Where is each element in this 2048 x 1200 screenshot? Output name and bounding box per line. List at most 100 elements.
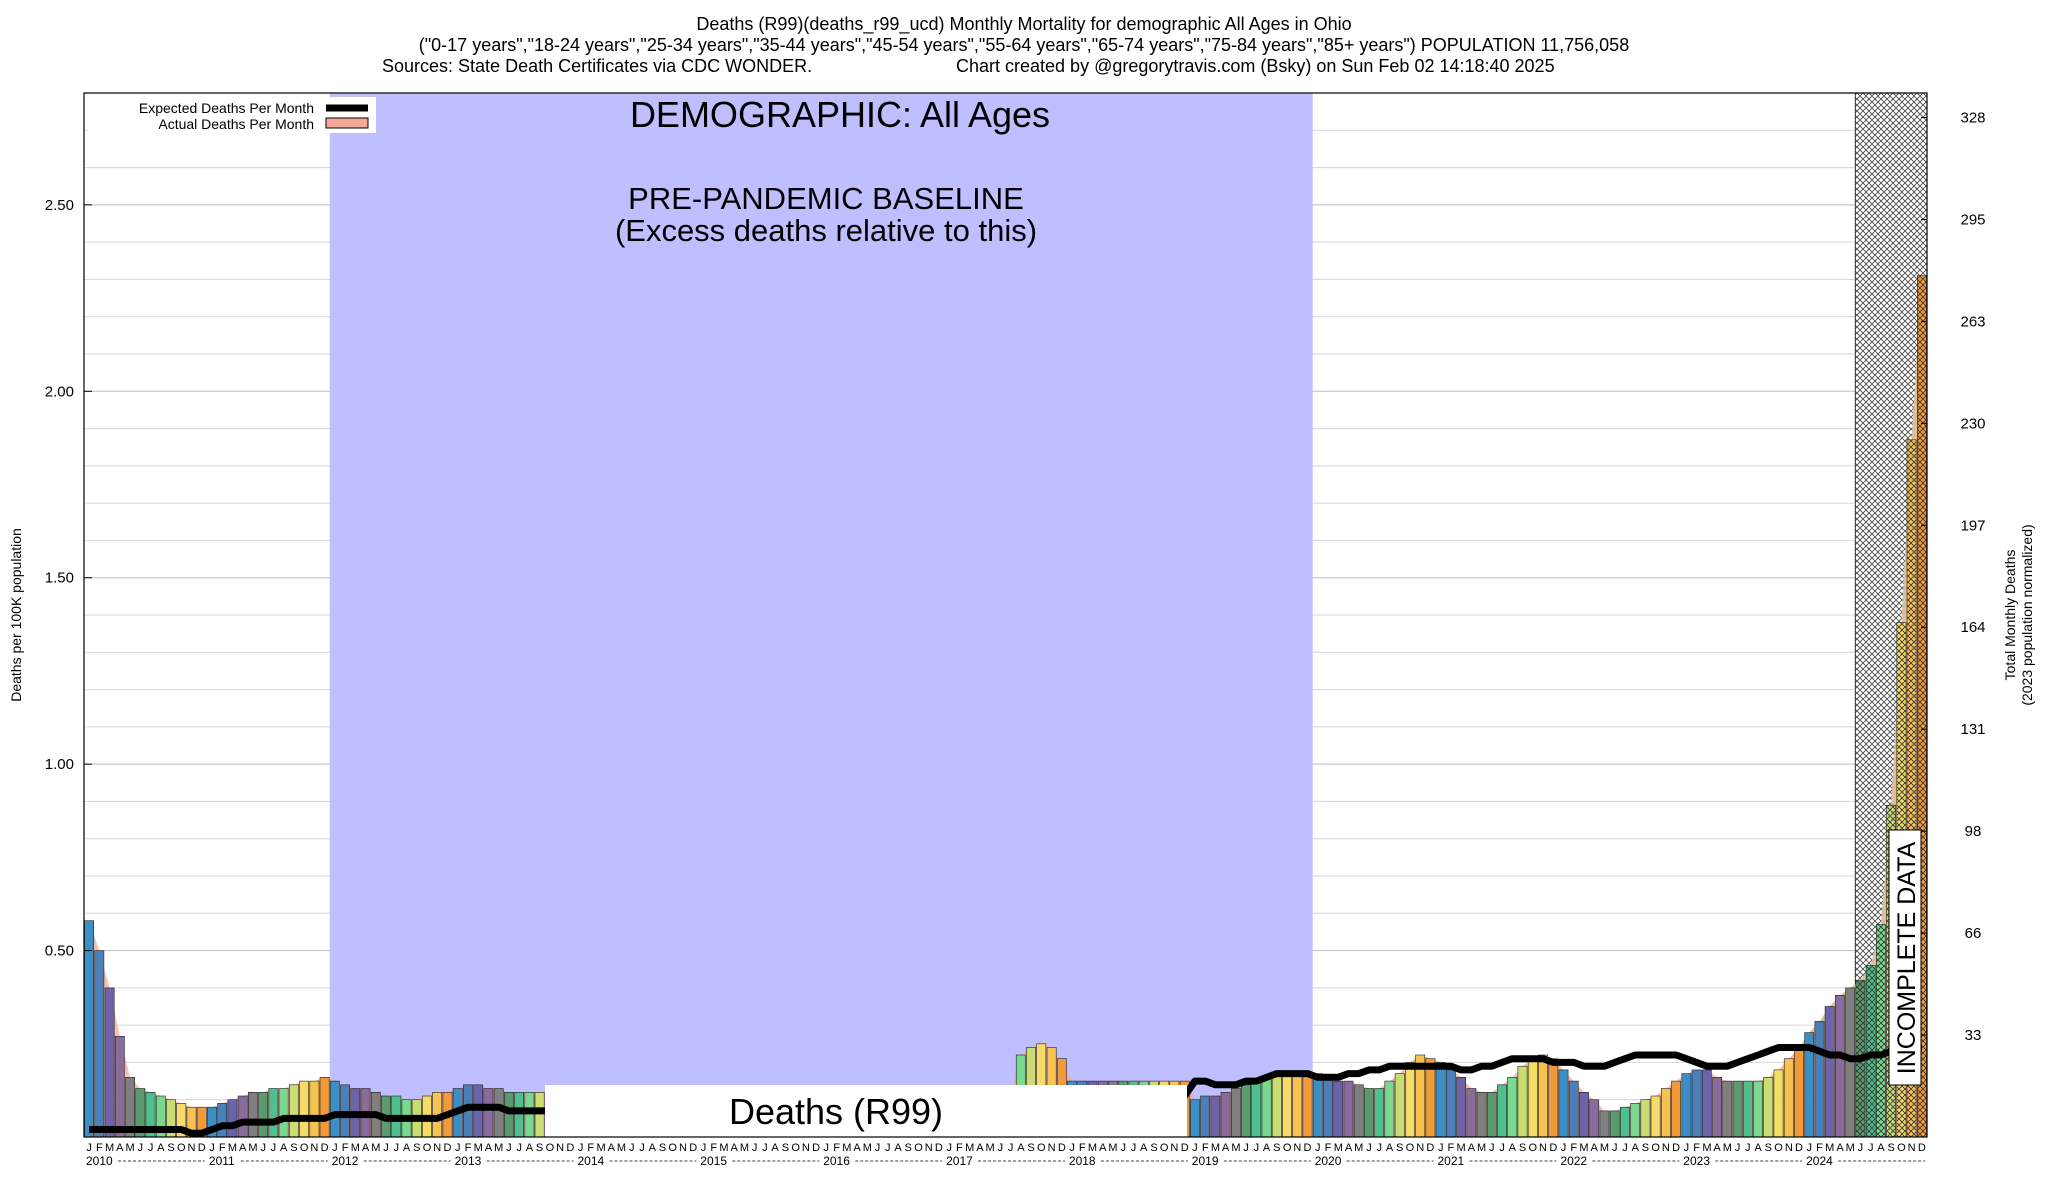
x-month-label: J [1069, 1142, 1075, 1154]
bar [1783, 1058, 1794, 1138]
bar [340, 1084, 350, 1138]
x-month-label: S [413, 1142, 420, 1154]
x-month-label: O [914, 1142, 923, 1154]
bar [1814, 1021, 1825, 1138]
bar [227, 1099, 238, 1138]
x-month-label: N [310, 1142, 318, 1154]
bar [1302, 1073, 1313, 1138]
x-month-label: J [1438, 1142, 1444, 1154]
x-month-label: A [403, 1142, 411, 1154]
bar [1630, 1103, 1641, 1138]
x-month-label: J [1366, 1142, 1372, 1154]
x-month-label: J [1499, 1142, 1505, 1154]
bar [1722, 1080, 1733, 1138]
x-month-label: F [956, 1142, 963, 1154]
x-month-label: S [1150, 1142, 1157, 1154]
bar [1732, 1080, 1743, 1138]
x-month-label: S [1888, 1142, 1895, 1154]
bar [483, 1088, 494, 1138]
x-year-label: 2024 [1806, 1154, 1833, 1168]
bar [1835, 994, 1845, 1138]
y2-tick-label: 230 [1960, 415, 1985, 432]
x-month-label: J [639, 1142, 645, 1154]
x-month-label: F [465, 1142, 472, 1154]
bar [1589, 1099, 1600, 1138]
bar [1691, 1069, 1702, 1138]
x-year-label: 2019 [1192, 1154, 1219, 1168]
bar [1435, 1062, 1446, 1138]
x-year-label: 2013 [455, 1154, 482, 1168]
x-month-label: M [740, 1142, 749, 1154]
bar [278, 1088, 289, 1138]
x-month-label: M [105, 1142, 114, 1154]
baseline-caption-1: PRE-PANDEMIC BASELINE [628, 181, 1024, 216]
x-month-label: A [649, 1142, 657, 1154]
x-month-label: F [833, 1142, 840, 1154]
x-month-label: N [1539, 1142, 1547, 1154]
y2-tick-label: 66 [1965, 925, 1982, 942]
x-month-label: J [885, 1142, 891, 1154]
x-month-label: A [1140, 1142, 1148, 1154]
x-month-label: M [1088, 1142, 1097, 1154]
y2-axis-ticks: 33 66 98 131 164 197 230 263 295 328 [1921, 109, 1986, 1044]
x-month-label: F [1693, 1142, 1700, 1154]
x-year-label: 2020 [1315, 1154, 1342, 1168]
y-axis-label: Deaths per 100K population [8, 528, 24, 702]
x-month-label: F [1325, 1142, 1332, 1154]
x-month-label: O [1529, 1142, 1538, 1154]
x-year-label: 2021 [1438, 1154, 1465, 1168]
x-month-label: A [894, 1142, 902, 1154]
x-month-label: F [1079, 1142, 1086, 1154]
x-month-label: A [853, 1142, 861, 1154]
x-month-label: M [494, 1142, 503, 1154]
bar [1241, 1084, 1251, 1138]
x-month-label: J [1254, 1142, 1260, 1154]
x-month-label: J [1622, 1142, 1628, 1154]
x-month-label: N [925, 1142, 933, 1154]
x-month-label: M [1477, 1142, 1486, 1154]
x-month-label: J [506, 1142, 512, 1154]
x-month-label: S [1519, 1142, 1526, 1154]
bar [1353, 1084, 1364, 1138]
x-year-label: 2015 [700, 1154, 727, 1168]
demographic-heading: DEMOGRAPHIC: All Ages [630, 94, 1050, 135]
x-month-label: J [209, 1142, 215, 1154]
x-month-label: O [668, 1142, 677, 1154]
x-month-label: F [1202, 1142, 1209, 1154]
x-month-label: D [812, 1142, 820, 1154]
bar [299, 1080, 309, 1138]
x-month-label: A [1386, 1142, 1394, 1154]
legend-actual-swatch [325, 117, 369, 129]
x-month-label: M [371, 1142, 380, 1154]
bar [1271, 1073, 1282, 1138]
bar-hatch [1866, 965, 1876, 1137]
bar [1763, 1077, 1774, 1138]
x-month-label: D [198, 1142, 206, 1154]
x-month-label: A [1099, 1142, 1107, 1154]
x-month-label: J [332, 1142, 338, 1154]
legend-actual-label: Actual Deaths Per Month [158, 116, 314, 132]
bar [1568, 1080, 1579, 1138]
title-line-3: Sources: State Death Certificates via CD… [382, 56, 812, 76]
x-month-label: J [824, 1142, 830, 1154]
x-month-label: J [1612, 1142, 1618, 1154]
bar [1251, 1080, 1262, 1138]
x-month-label: A [1509, 1142, 1517, 1154]
x-month-label: F [587, 1142, 594, 1154]
bar [258, 1092, 269, 1138]
y2-tick-label: 295 [1960, 211, 1985, 228]
x-month-label: J [701, 1142, 707, 1154]
bar [1476, 1092, 1487, 1138]
x-month-label: A [731, 1142, 739, 1154]
x-month-label: J [875, 1142, 881, 1154]
x-month-label: J [1735, 1142, 1741, 1154]
x-year-label: 2014 [578, 1154, 605, 1168]
x-month-label: A [1591, 1142, 1599, 1154]
x-month-label: A [1632, 1142, 1640, 1154]
bar [1497, 1084, 1507, 1138]
x-month-label: N [1416, 1142, 1424, 1154]
bar [503, 1092, 514, 1138]
bar [1599, 1110, 1610, 1138]
x-month-label: O [1774, 1142, 1783, 1154]
x-month-label: A [976, 1142, 984, 1154]
